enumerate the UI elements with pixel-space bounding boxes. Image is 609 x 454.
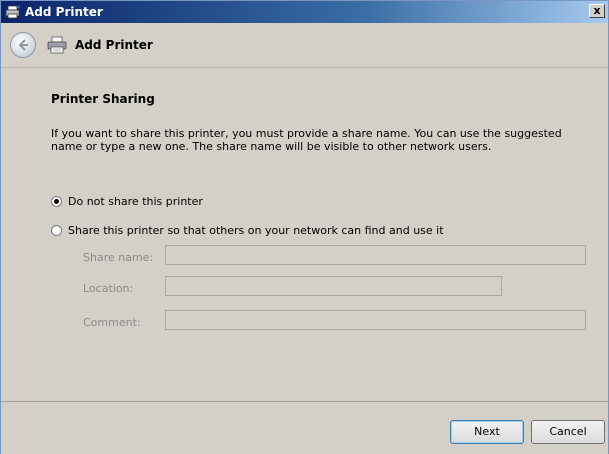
radio-do-not-share[interactable] <box>51 196 62 207</box>
wizard-content: Printer Sharing If you want to share thi… <box>1 67 608 402</box>
wizard-header: Add Printer <box>1 23 608 67</box>
comment-input[interactable] <box>165 310 586 330</box>
description-text: If you want to share this printer, you m… <box>51 127 562 153</box>
option-share-printer-label: Share this printer so that others on you… <box>68 224 444 237</box>
option-do-not-share-label: Do not share this printer <box>68 195 203 208</box>
printer-icon <box>47 36 67 54</box>
radio-share-printer[interactable] <box>51 225 62 236</box>
cancel-button[interactable]: Cancel <box>531 420 605 444</box>
back-arrow-icon <box>18 39 28 51</box>
section-title: Printer Sharing <box>51 92 155 106</box>
wizard-footer: Next Cancel <box>1 401 608 454</box>
share-name-label: Share name: <box>83 251 154 264</box>
page-title: Add Printer <box>75 38 153 52</box>
share-name-input[interactable] <box>165 245 586 265</box>
comment-label: Comment: <box>83 316 141 329</box>
back-button[interactable] <box>10 32 36 58</box>
printer-wizard-icon <box>5 5 21 19</box>
option-share-printer[interactable]: Share this printer so that others on you… <box>51 224 444 237</box>
next-button[interactable]: Next <box>450 420 524 444</box>
option-do-not-share[interactable]: Do not share this printer <box>51 195 203 208</box>
add-printer-window: Add Printer x Add Printer Printer Sharin… <box>0 0 609 454</box>
close-button[interactable]: x <box>589 4 605 18</box>
location-label: Location: <box>83 282 134 295</box>
title-bar: Add Printer x <box>1 1 608 23</box>
window-title: Add Printer <box>25 5 103 19</box>
location-input[interactable] <box>165 276 502 296</box>
